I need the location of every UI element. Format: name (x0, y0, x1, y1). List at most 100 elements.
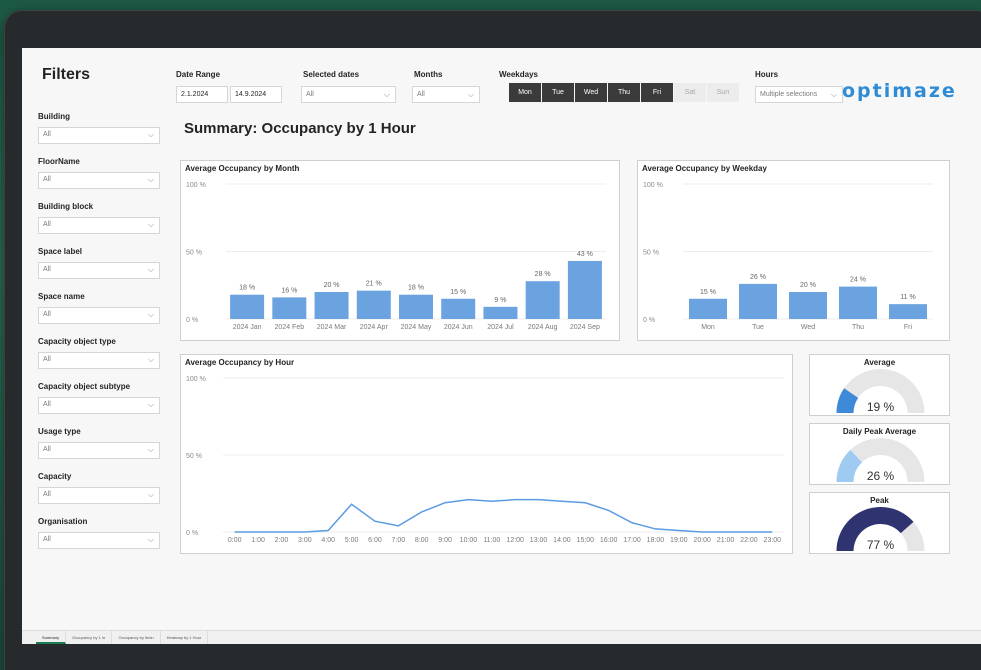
x-tick-label: 18:00 (647, 537, 665, 544)
chevron-down-icon: ⌵ (147, 445, 154, 454)
chevron-down-icon: ⌵ (147, 535, 154, 544)
filter-dropdown-usage-type[interactable]: All ⌵ (38, 442, 160, 459)
filter-dropdown-space-name[interactable]: All ⌵ (38, 307, 160, 324)
filter-dropdown-capacity-object-subtype[interactable]: All ⌵ (38, 397, 160, 414)
weekday-button-tue[interactable]: Tue (542, 83, 574, 102)
months-dropdown[interactable]: All ⌵ (412, 86, 480, 103)
x-tick-label: 2024 Apr (360, 324, 389, 331)
hours-label: Hours (755, 70, 779, 79)
gauge-value-label: 77 % (867, 538, 895, 552)
x-tick-label: 13:00 (530, 537, 548, 544)
filter-label: Building block (38, 202, 94, 211)
filter-space-label: Space label All ⌵ (38, 247, 160, 279)
x-tick-label: 6:00 (368, 537, 382, 544)
x-tick-label: 8:00 (415, 537, 429, 544)
x-tick-label: 2024 May (401, 324, 432, 331)
filter-dropdown-capacity[interactable]: All ⌵ (38, 487, 160, 504)
filter-building: Building All ⌵ (38, 112, 160, 144)
filter-value: All (43, 536, 51, 543)
y-tick-label: 100 % (186, 376, 206, 383)
x-tick-label: 12:00 (506, 537, 524, 544)
x-tick-label: 3:00 (298, 537, 312, 544)
tab-occupancy-by-5min[interactable]: Occupancy by 5min (112, 631, 161, 644)
filter-dropdown-building[interactable]: All ⌵ (38, 127, 160, 144)
x-tick-label: 15:00 (577, 537, 595, 544)
filter-dropdown-building-block[interactable]: All ⌵ (38, 217, 160, 234)
filter-value: All (43, 266, 51, 273)
average-gauge-title: Average (863, 358, 896, 367)
selected-dates-dropdown[interactable]: All ⌵ (301, 86, 396, 103)
data-label: 21 % (366, 281, 382, 288)
optimaze-logo: optimaze (842, 80, 957, 102)
bar (314, 292, 349, 319)
data-label: 16 % (281, 287, 297, 294)
hour-chart-title: Average Occupancy by Hour (185, 358, 295, 367)
data-label: 15 % (450, 289, 466, 296)
x-tick-label: 2024 Sep (570, 324, 600, 331)
x-tick-label: 2024 Jul (487, 324, 514, 331)
x-tick-label: 2024 Jan (233, 324, 262, 331)
bar (567, 260, 602, 319)
x-tick-label: 2024 Mar (317, 324, 347, 331)
filter-value: All (43, 176, 51, 183)
filter-organisation: Organisation All ⌵ (38, 517, 160, 549)
filter-dropdown-capacity-object-type[interactable]: All ⌵ (38, 352, 160, 369)
weekday-chart-panel: 100 % 50 % 0 % 15 % Mon 26 % Tue 20 % Wed 24 % Thu… (637, 160, 950, 341)
bar (789, 292, 827, 319)
filter-capacity-object-type: Capacity object type All ⌵ (38, 337, 160, 369)
hour-line-chart: 100 % 50 % 0 % 0:00 1:00 2:00 3:00 4:00 5:00 6:00… (186, 376, 784, 544)
y-tick-label: 100 % (186, 182, 206, 189)
filter-label: FloorName (38, 157, 80, 166)
filter-floorname: FloorName All ⌵ (38, 157, 160, 189)
bar (272, 297, 307, 319)
selected-dates-label: Selected dates (303, 70, 360, 79)
weekdays-label: Weekdays (499, 70, 538, 79)
date-start-input[interactable]: 2.1.2024 (176, 86, 228, 103)
filter-dropdown-space-label[interactable]: All ⌵ (38, 262, 160, 279)
chevron-down-icon: ⌵ (383, 90, 390, 99)
weekday-button-sat[interactable]: Sat (674, 83, 706, 102)
x-tick-label: 22:00 (740, 537, 758, 544)
chevron-down-icon: ⌵ (830, 90, 837, 99)
chevron-down-icon: ⌵ (147, 265, 154, 274)
chevron-down-icon: ⌵ (147, 310, 154, 319)
data-label: 28 % (535, 271, 551, 278)
filter-label: Capacity object type (38, 337, 116, 346)
x-tick-label: 14:00 (553, 537, 571, 544)
filter-dropdown-floorname[interactable]: All ⌵ (38, 172, 160, 189)
chevron-down-icon: ⌵ (147, 130, 154, 139)
filter-dropdown-organisation[interactable]: All ⌵ (38, 532, 160, 549)
bar (399, 294, 433, 319)
weekday-button-mon[interactable]: Mon (509, 83, 541, 102)
x-tick-label: Thu (852, 324, 864, 331)
date-end-input[interactable]: 14.9.2024 (230, 86, 282, 103)
selected-dates-value: All (306, 91, 314, 98)
chevron-down-icon: ⌵ (147, 175, 154, 184)
month-chart-panel: 100 % 50 % 0 % 18 % 2024 Jan 16 % 2024 Feb 20 %… (180, 160, 620, 341)
page-title: Summary: Occupancy by 1 Hour (184, 120, 416, 137)
tab-heatmap-by-1-hour[interactable]: Heatmap by 1 Hour (161, 631, 209, 644)
filter-label: Capacity (38, 472, 72, 481)
y-tick-label: 50 % (186, 250, 202, 257)
date-range-label: Date Range (176, 70, 221, 79)
weekday-button-fri[interactable]: Fri (641, 83, 673, 102)
filter-label: Space name (38, 292, 85, 301)
tab-occupancy-by-1-hr[interactable]: Occupancy by 1 hr (66, 631, 113, 644)
x-tick-label: 2024 Aug (528, 324, 558, 331)
weekday-button-thu[interactable]: Thu (608, 83, 640, 102)
filters-title: Filters (42, 66, 91, 83)
page-tab-bar: Summary Occupancy by 1 hr Occupancy by 5mi… (22, 630, 981, 644)
peak-gauge-panel: 77 % Peak (809, 492, 950, 554)
months-value: All (417, 91, 425, 98)
tab-summary[interactable]: Summary (36, 631, 67, 644)
weekday-button-sun[interactable]: Sun (707, 83, 739, 102)
filter-capacity-object-subtype: Capacity object subtype All ⌵ (38, 382, 160, 414)
filter-label: Usage type (38, 427, 81, 436)
data-label: 26 % (750, 274, 766, 281)
bar (689, 298, 727, 319)
gauge-value-label: 26 % (867, 469, 895, 483)
chevron-down-icon: ⌵ (147, 400, 154, 409)
filter-building-block: Building block All ⌵ (38, 202, 160, 234)
hours-dropdown[interactable]: Multiple selections ⌵ (755, 86, 843, 103)
weekday-button-wed[interactable]: Wed (575, 83, 607, 102)
